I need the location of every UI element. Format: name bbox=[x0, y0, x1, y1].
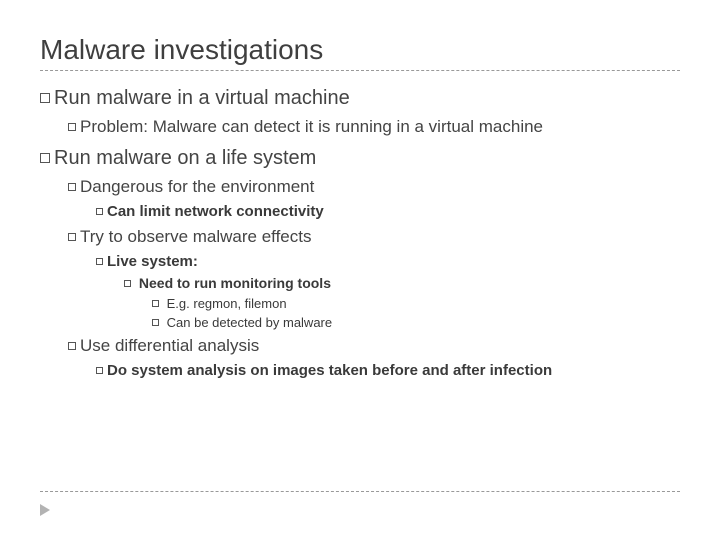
square-bullet-icon bbox=[96, 367, 103, 374]
bullet-rest: Malware can detect it is running in a vi… bbox=[148, 117, 543, 136]
bullet-rest: system: bbox=[137, 253, 198, 270]
square-bullet-icon bbox=[124, 280, 131, 287]
bullet-live-system: Live system: bbox=[96, 252, 680, 272]
square-bullet-icon bbox=[152, 319, 159, 326]
square-bullet-icon bbox=[68, 123, 76, 131]
bullet-lead: Dangerous bbox=[80, 177, 163, 196]
bullet-rest: to observe malware effects bbox=[104, 227, 312, 246]
square-bullet-icon bbox=[40, 93, 50, 103]
bullet-lead: Problem: bbox=[80, 117, 148, 136]
bullet-text: Need to run monitoring tools bbox=[139, 275, 331, 291]
square-bullet-icon bbox=[152, 300, 159, 307]
bullet-lead: Live bbox=[107, 253, 137, 270]
bullet-try-observe: Try to observe malware effects bbox=[68, 226, 680, 249]
arrow-icon bbox=[40, 504, 50, 516]
bullet-use-diff: Use differential analysis bbox=[68, 335, 680, 358]
bullet-rest: for the environment bbox=[163, 177, 314, 196]
square-bullet-icon bbox=[40, 153, 50, 163]
bullet-rest: malware on a life system bbox=[91, 147, 317, 169]
bullet-need-monitoring: Need to run monitoring tools bbox=[124, 274, 680, 293]
bottom-divider bbox=[40, 491, 680, 492]
bullet-rest: system analysis on images taken before a… bbox=[127, 362, 552, 379]
bullet-run-live: Run malware on a life system bbox=[40, 145, 680, 172]
square-bullet-icon bbox=[68, 183, 76, 191]
square-bullet-icon bbox=[96, 208, 103, 215]
bullet-vm-problem: Problem: Malware can detect it is runnin… bbox=[68, 116, 680, 139]
square-bullet-icon bbox=[68, 342, 76, 350]
bullet-lead: Can bbox=[107, 203, 135, 220]
square-bullet-icon bbox=[68, 233, 76, 241]
bullet-rest: limit network connectivity bbox=[135, 203, 323, 220]
slide-title: Malware investigations bbox=[40, 34, 680, 66]
bullet-rest: differential analysis bbox=[110, 336, 259, 355]
bullet-regmon-filemon: E.g. regmon, filemon bbox=[152, 295, 680, 313]
bullet-lead: Use bbox=[80, 336, 110, 355]
top-divider bbox=[40, 70, 680, 71]
bullet-text: E.g. regmon, filemon bbox=[167, 296, 287, 311]
bullet-text: Can be detected by malware bbox=[167, 315, 332, 330]
bullet-limit-network: Can limit network connectivity bbox=[96, 202, 680, 222]
bullet-rest: malware in a virtual machine bbox=[91, 87, 350, 109]
bullet-lead: Run bbox=[54, 87, 91, 109]
bullet-do-analysis: Do system analysis on images taken befor… bbox=[96, 361, 680, 381]
bullet-run-vm: Run malware in a virtual machine bbox=[40, 85, 680, 112]
bullet-lead: Run bbox=[54, 147, 91, 169]
square-bullet-icon bbox=[96, 258, 103, 265]
bullet-lead: Do bbox=[107, 362, 127, 379]
bullet-lead: Try bbox=[80, 227, 104, 246]
bullet-detected-by-malware: Can be detected by malware bbox=[152, 314, 680, 332]
bullet-dangerous: Dangerous for the environment bbox=[68, 176, 680, 199]
